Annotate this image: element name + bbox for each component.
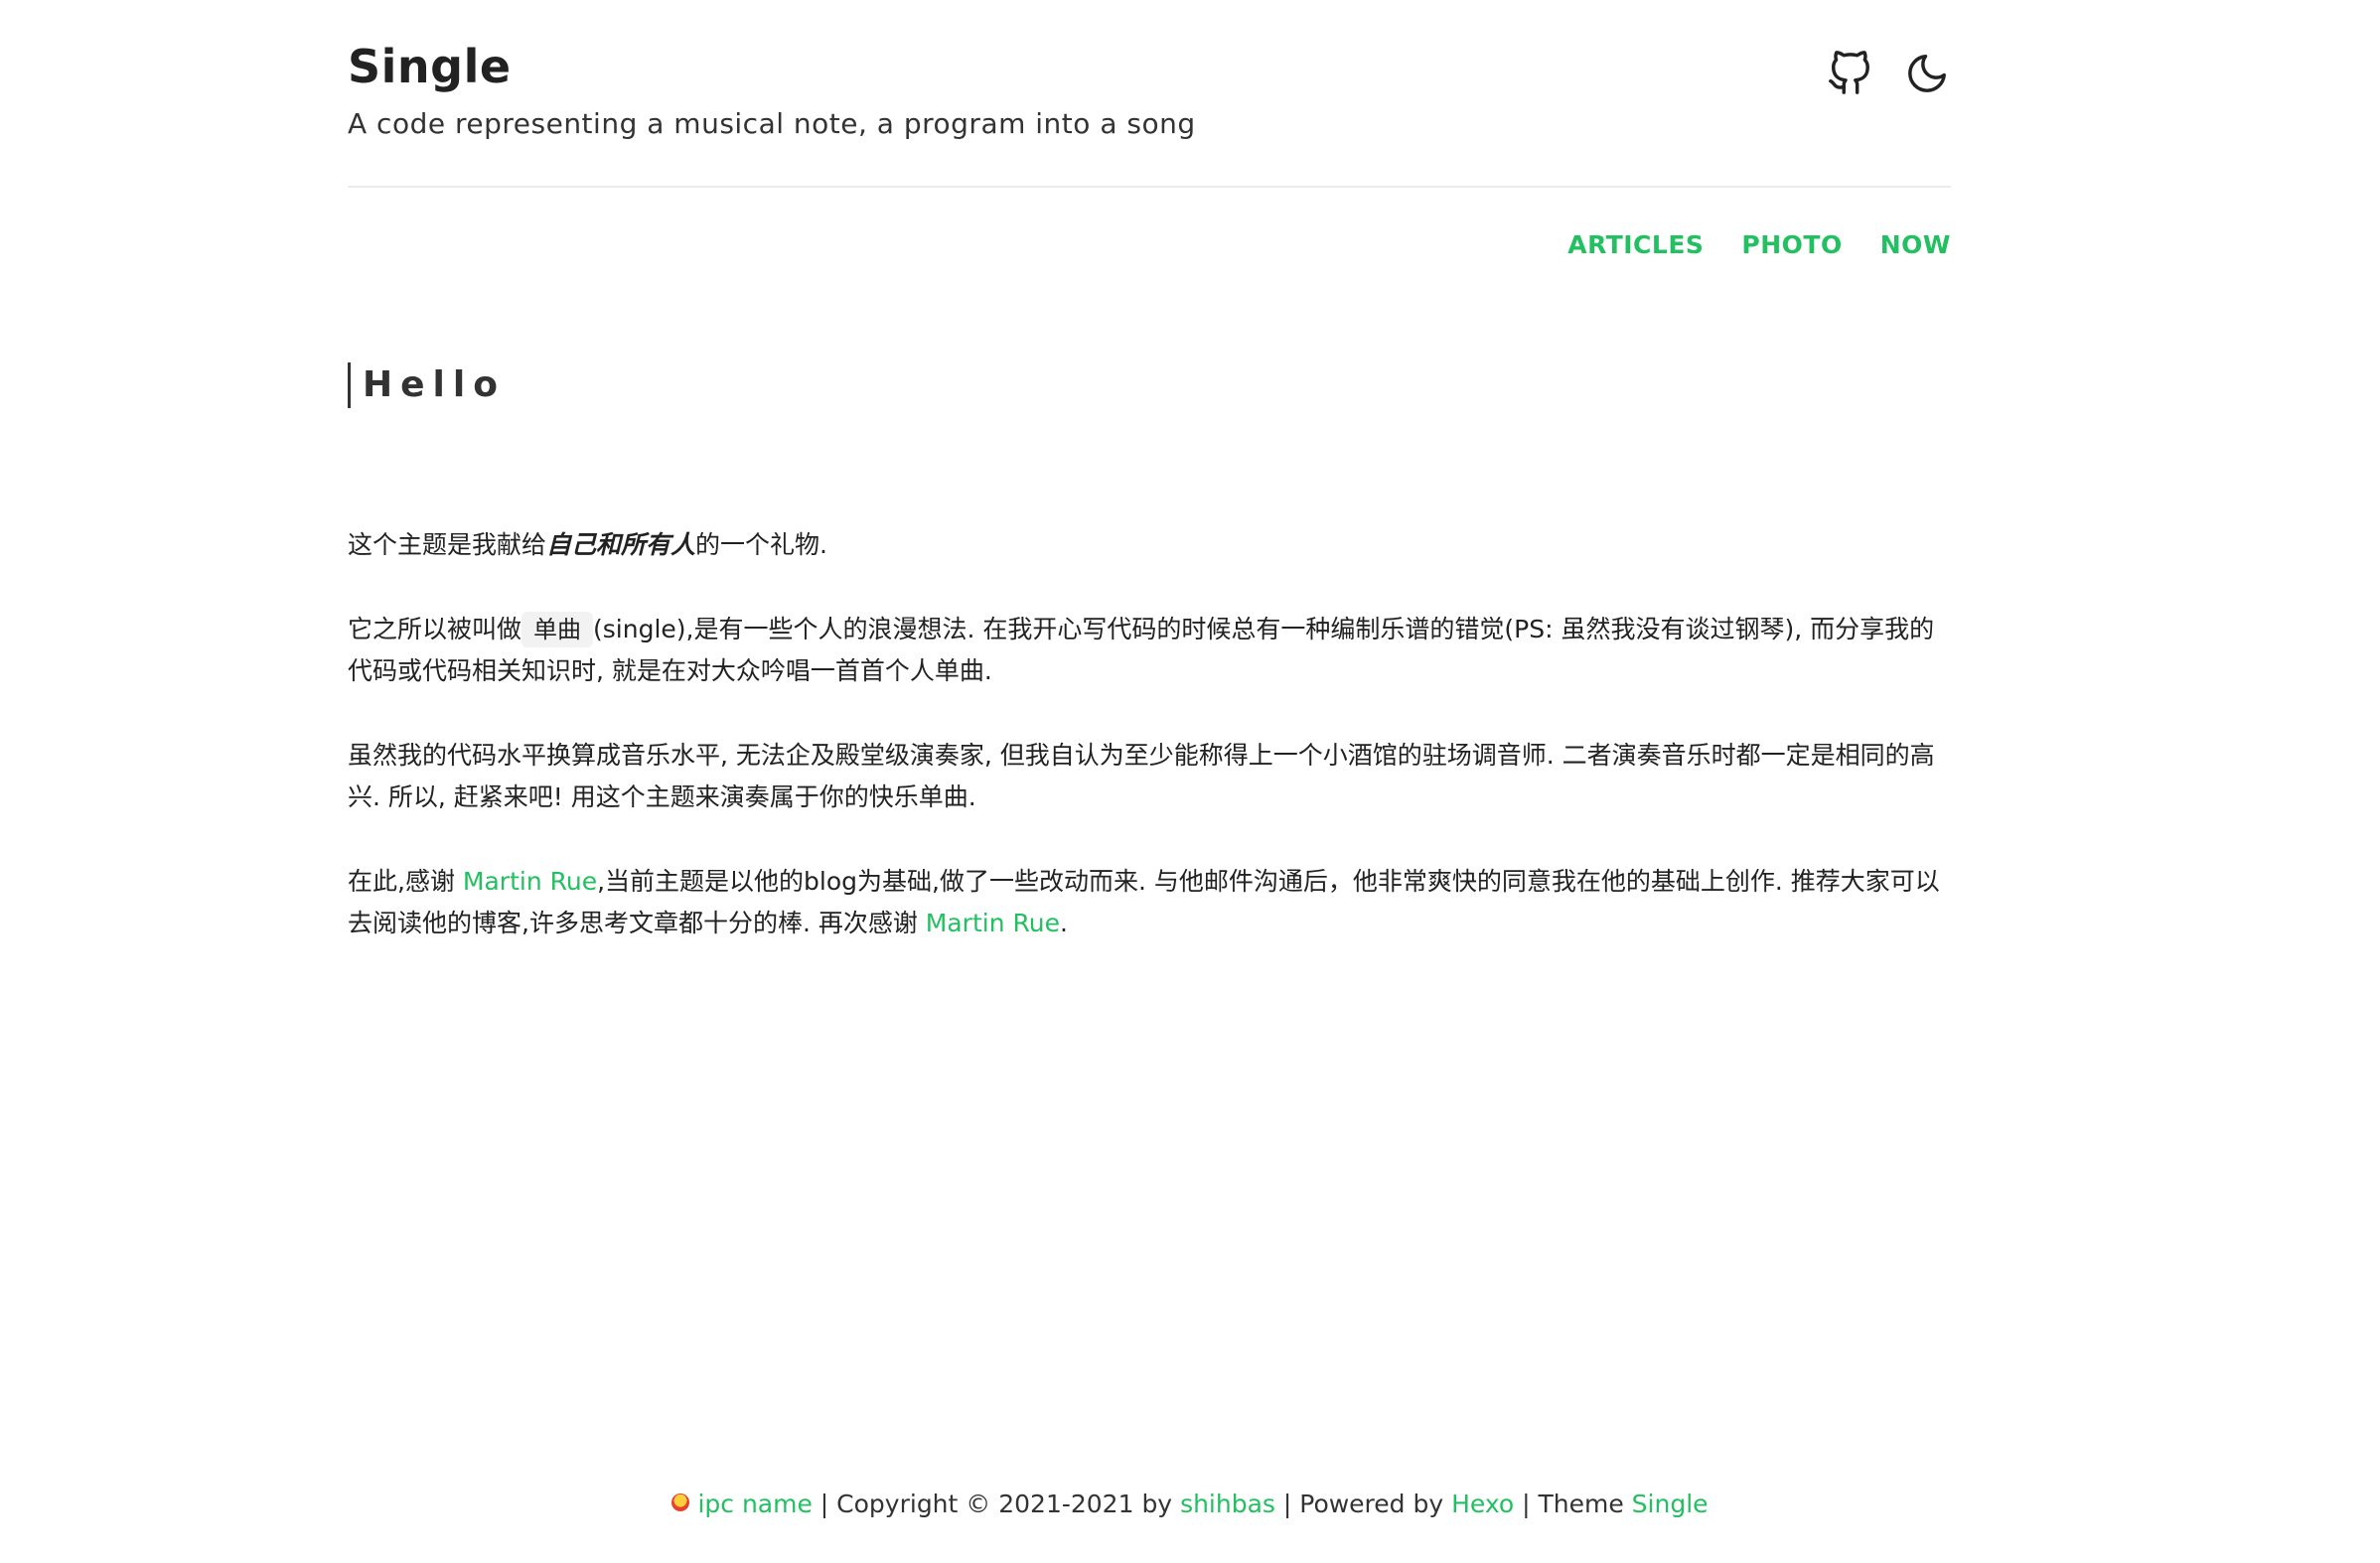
ipc-link[interactable]: ipc name [697, 1490, 812, 1518]
p4-text-before: 在此,感谢 [348, 867, 463, 896]
main-container: Single A code representing a musical not… [348, 0, 1951, 937]
p4-text-end: . [1059, 909, 1068, 937]
nav-articles[interactable]: ARTICLES [1567, 230, 1704, 259]
footer-powered: | Powered by [1274, 1490, 1452, 1518]
footer-copyright: | Copyright © 2021-2021 by [812, 1490, 1181, 1518]
article-title: Hello [348, 362, 506, 408]
moon-icon[interactable] [1903, 50, 1951, 97]
p1-text-after: 的一个礼物. [695, 530, 827, 559]
paragraph-2: 它之所以被叫做 单曲 (single),是有一些个人的浪漫想法. 在我开心写代码的时… [348, 609, 1951, 692]
martin-rue-link-1[interactable]: Martin Rue [463, 867, 597, 896]
theme-link[interactable]: Single [1632, 1490, 1709, 1518]
article-body: 这个主题是我献给自己和所有人的一个礼物. 它之所以被叫做 单曲 (single),是… [348, 524, 1951, 987]
paragraph-1: 这个主题是我献给自己和所有人的一个礼物. [348, 524, 1951, 566]
hexo-link[interactable]: Hexo [1451, 1490, 1514, 1518]
p2-text-before: 它之所以被叫做 [348, 615, 522, 643]
site-footer: ipc name | Copyright © 2021-2021 by shih… [0, 1490, 2380, 1518]
header-icons [1826, 50, 1951, 97]
nav-now[interactable]: NOW [1880, 230, 1951, 259]
footer-theme: | Theme [1514, 1490, 1632, 1518]
github-icon[interactable] [1826, 50, 1873, 97]
main-nav: ARTICLES PHOTO NOW [1567, 230, 1951, 259]
site-subtitle: A code representing a musical note, a pr… [348, 107, 1196, 140]
police-badge-icon [671, 1493, 690, 1511]
martin-rue-link-2[interactable]: Martin Rue [926, 909, 1060, 937]
paragraph-3: 虽然我的代码水平换算成音乐水平, 无法企及殿堂级演奏家, 但我自认为至少能称得上… [348, 741, 1935, 811]
page: Single A code representing a musical not… [0, 0, 2380, 1563]
nav-photo[interactable]: PHOTO [1741, 230, 1842, 259]
paragraph-4: 在此,感谢 Martin Rue,当前主题是以他的blog为基础,做了一些改动而… [348, 861, 1951, 944]
inline-code: 单曲 [521, 612, 594, 647]
site-title[interactable]: Single [348, 40, 512, 93]
p1-text-before: 这个主题是我献给 [348, 530, 547, 559]
p1-emphasis: 自己和所有人 [546, 530, 696, 559]
author-link[interactable]: shihbas [1180, 1490, 1275, 1518]
site-header: Single A code representing a musical not… [348, 0, 1951, 188]
